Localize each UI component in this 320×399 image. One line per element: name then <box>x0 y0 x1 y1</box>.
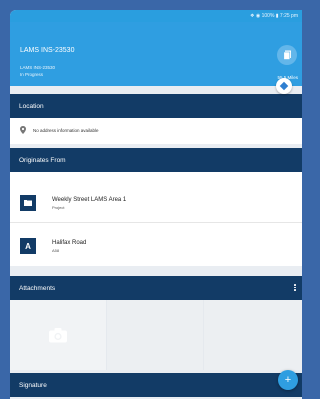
originates-heading: Originates From <box>19 156 66 164</box>
page-title: LAMS INS-23530 <box>20 47 75 54</box>
attachment-slot <box>204 300 302 370</box>
originates-section-header: Originates From <box>10 148 302 172</box>
location-card: No address information available <box>10 118 302 144</box>
origin-item-project[interactable]: Weekly Street LAMS Area 1 Project <box>20 195 126 211</box>
attachment-slot <box>107 300 203 370</box>
navigate-button[interactable] <box>276 78 292 94</box>
origin-item-subtitle: A58 <box>52 247 60 253</box>
origin-item-title: Halifax Road <box>52 239 87 246</box>
originates-card: Weekly Street LAMS Area 1 Project A Hali… <box>10 172 302 266</box>
directions-icon <box>279 81 289 91</box>
documents-icon <box>283 50 291 60</box>
inspection-reference: LAMS INS-23530 <box>20 65 56 70</box>
add-button[interactable]: + <box>278 370 298 390</box>
attachments-section-header: Attachments <box>10 276 302 300</box>
address-row: No address information available <box>20 126 99 134</box>
inspection-header: LAMS INS-23530 LAMS INS-23530 In Progres… <box>10 22 302 86</box>
add-photo-tile[interactable] <box>10 300 106 370</box>
attachments-grid <box>10 300 302 370</box>
origin-item-road[interactable]: A Halifax Road A58 <box>20 238 86 254</box>
signature-heading: Signature <box>19 381 47 389</box>
folder-icon <box>20 195 36 211</box>
status-bar: ❖ ◉ 100% ▮ 7:25 pm <box>10 10 302 22</box>
plus-icon: + <box>284 374 292 386</box>
app-screen: ❖ ◉ 100% ▮ 7:25 pm LAMS INS-23530 LAMS I… <box>10 10 302 399</box>
location-pin-icon <box>20 126 26 134</box>
attachments-heading: Attachments <box>19 284 56 292</box>
location-section-header: Location <box>10 94 302 118</box>
documents-button[interactable] <box>277 45 297 65</box>
status-bar-text: ❖ ◉ 100% ▮ 7:25 pm <box>249 13 298 19</box>
origin-item-subtitle: Project <box>52 204 65 210</box>
signature-section-header: Signature <box>10 373 302 397</box>
origin-item-title: Weekly Street LAMS Area 1 <box>52 196 127 203</box>
status-text: In Progress <box>20 72 44 77</box>
address-text: No address information available <box>33 127 99 133</box>
more-options-icon[interactable] <box>294 284 296 292</box>
camera-icon <box>49 328 67 343</box>
location-heading: Location <box>19 102 44 110</box>
road-letter-icon: A <box>20 238 36 254</box>
item-divider <box>10 222 302 223</box>
